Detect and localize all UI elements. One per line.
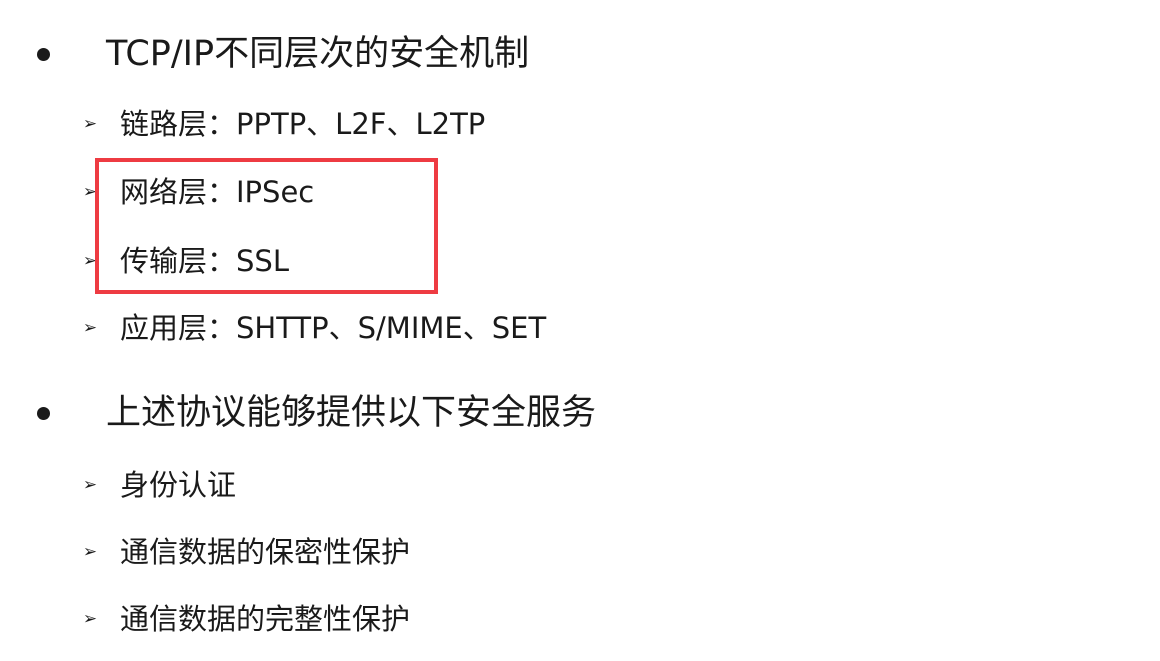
section-title: TCP/IP不同层次的安全机制: [106, 34, 530, 74]
list-item-text: 链路层：PPTP、L2F、L2TP: [120, 107, 486, 141]
arrow-bullet-icon: ➢: [82, 318, 98, 338]
list-item-text: 通信数据的完整性保护: [120, 602, 411, 636]
section-heading-security-mechanisms: TCP/IP不同层次的安全机制: [0, 24, 1160, 84]
section-heading-security-services: 上述协议能够提供以下安全服务: [0, 383, 1160, 443]
list-item-text: 应用层：SHTTP、S/MIME、SET: [120, 311, 547, 345]
arrow-bullet-icon: ➢: [82, 609, 98, 629]
arrow-bullet-icon: ➢: [82, 542, 98, 562]
bullet-dot-icon: [37, 48, 50, 61]
arrow-bullet-icon: ➢: [82, 475, 98, 495]
list-item-confidentiality: ➢ 通信数据的保密性保护: [0, 527, 1160, 577]
list-item-authentication: ➢ 身份认证: [0, 460, 1160, 510]
list-item-text: 通信数据的保密性保护: [120, 535, 411, 569]
list-item-text: 身份认证: [120, 468, 237, 502]
arrow-bullet-icon: ➢: [82, 114, 98, 134]
list-item-application-layer: ➢ 应用层：SHTTP、S/MIME、SET: [0, 303, 1160, 353]
section-title: 上述协议能够提供以下安全服务: [106, 393, 597, 433]
list-item-integrity: ➢ 通信数据的完整性保护: [0, 594, 1160, 644]
bullet-dot-icon: [37, 407, 50, 420]
highlight-box: [95, 158, 438, 294]
list-item-link-layer: ➢ 链路层：PPTP、L2F、L2TP: [0, 99, 1160, 149]
